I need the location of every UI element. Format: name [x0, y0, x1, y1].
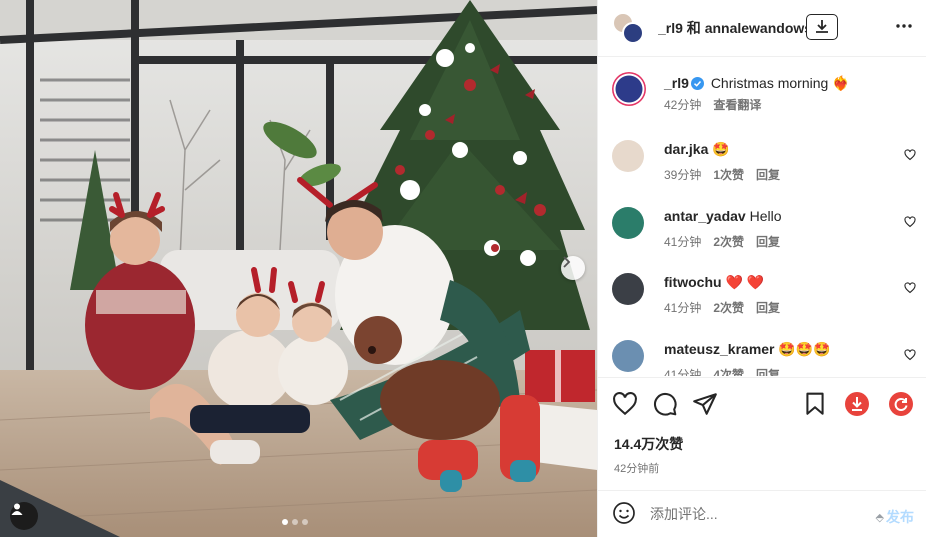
translate-link[interactable]: 查看翻译 — [713, 96, 761, 113]
bookmark-icon — [806, 392, 824, 415]
photo-illustration — [0, 0, 597, 537]
author-avatar[interactable] — [612, 72, 646, 106]
comment-time: 41分钟 — [664, 368, 702, 376]
carousel-dot — [292, 519, 298, 525]
caption-username[interactable]: _rl9 — [664, 75, 689, 91]
verified-badge-icon — [690, 76, 704, 90]
post-comment-button[interactable]: ⬘ 发布 — [876, 507, 914, 527]
comment-emoji: 🤩 — [712, 141, 730, 157]
comment-time: 39分钟 — [664, 168, 702, 182]
post-header: _rl9 和 annalewandowska — [598, 0, 926, 57]
comment-likes[interactable]: 2次赞 — [713, 299, 744, 316]
post-time: 42分钟前 — [614, 463, 660, 475]
heart-outline-icon[interactable] — [904, 148, 916, 164]
comment-likes[interactable]: 4次赞 — [713, 366, 744, 376]
comment-button[interactable] — [652, 391, 678, 420]
save-button[interactable] — [802, 391, 828, 420]
avatar — [622, 22, 644, 44]
comment-username[interactable]: fitwochu — [664, 274, 722, 290]
comments-list[interactable]: _rl9 Christmas morning ❤️‍🔥 42分钟 查看翻译 da… — [598, 58, 926, 376]
reply-button[interactable]: 回复 — [756, 166, 780, 183]
comment-icon — [654, 393, 677, 416]
comment-emoji: 🤩🤩🤩 — [778, 341, 831, 357]
comment-time: 41分钟 — [664, 301, 702, 315]
reply-button[interactable]: 回复 — [756, 233, 780, 250]
comment-input[interactable] — [650, 506, 850, 522]
commenter-avatar[interactable] — [612, 340, 644, 372]
heart-outline-icon[interactable] — [904, 281, 916, 297]
comment-time: 41分钟 — [664, 235, 702, 249]
reply-button[interactable]: 回复 — [756, 299, 780, 316]
commenter-avatar[interactable] — [612, 273, 644, 305]
post-label: 发布 — [886, 509, 914, 525]
commenter-avatar[interactable] — [612, 207, 644, 239]
comment-likes[interactable]: 1次赞 — [713, 166, 744, 183]
caption-emoji: ❤️‍🔥 — [832, 75, 850, 91]
post-details-panel: _rl9 和 annalewandowska _rl9 Christmas mo… — [597, 0, 926, 537]
comment-username[interactable]: dar.jka — [664, 141, 708, 157]
comment-username[interactable]: mateusz_kramer — [664, 341, 775, 357]
more-options-button[interactable] — [894, 16, 914, 39]
caption-text: Christmas morning — [710, 75, 829, 91]
heart-icon — [613, 392, 637, 416]
carousel-dot — [302, 519, 308, 525]
reply-button[interactable]: 回复 — [756, 366, 780, 376]
send-icon — [693, 393, 717, 415]
carousel-indicator — [282, 519, 308, 525]
heart-outline-icon[interactable] — [904, 348, 916, 364]
share-button[interactable] — [692, 391, 718, 420]
download-circle-icon — [845, 392, 869, 416]
download-media-button[interactable] — [844, 391, 870, 420]
likes-count[interactable]: 14.4万次赞 — [614, 434, 683, 454]
post-authors[interactable]: _rl9 和 annalewandowska — [658, 18, 806, 38]
more-horizontal-icon — [894, 23, 914, 39]
translate-icon: ⬘ — [875, 511, 884, 524]
download-button[interactable] — [806, 14, 838, 40]
comment-username[interactable]: antar_yadav — [664, 208, 746, 224]
post-photo[interactable] — [0, 0, 597, 537]
comment-text: Hello — [749, 208, 782, 224]
emoji-picker-icon[interactable] — [612, 501, 636, 528]
carousel-dot — [282, 519, 288, 525]
coauthor-avatars[interactable] — [612, 12, 644, 44]
comment-likes[interactable]: 2次赞 — [713, 233, 744, 250]
comment-composer: ⬘ 发布 — [598, 490, 926, 537]
next-slide-button[interactable] — [561, 256, 585, 280]
repost-button[interactable] — [888, 391, 914, 420]
post-actions: 14.4万次赞 42分钟前 — [598, 377, 926, 489]
refresh-circle-icon — [889, 392, 913, 416]
comment-emoji: ❤️ ❤️ — [725, 274, 765, 290]
tagged-users-button[interactable] — [10, 502, 38, 530]
heart-outline-icon[interactable] — [904, 215, 916, 231]
like-button[interactable] — [612, 391, 638, 420]
commenter-avatar[interactable] — [612, 140, 644, 172]
caption-time: 42分钟 — [664, 98, 702, 112]
download-icon — [814, 18, 830, 37]
